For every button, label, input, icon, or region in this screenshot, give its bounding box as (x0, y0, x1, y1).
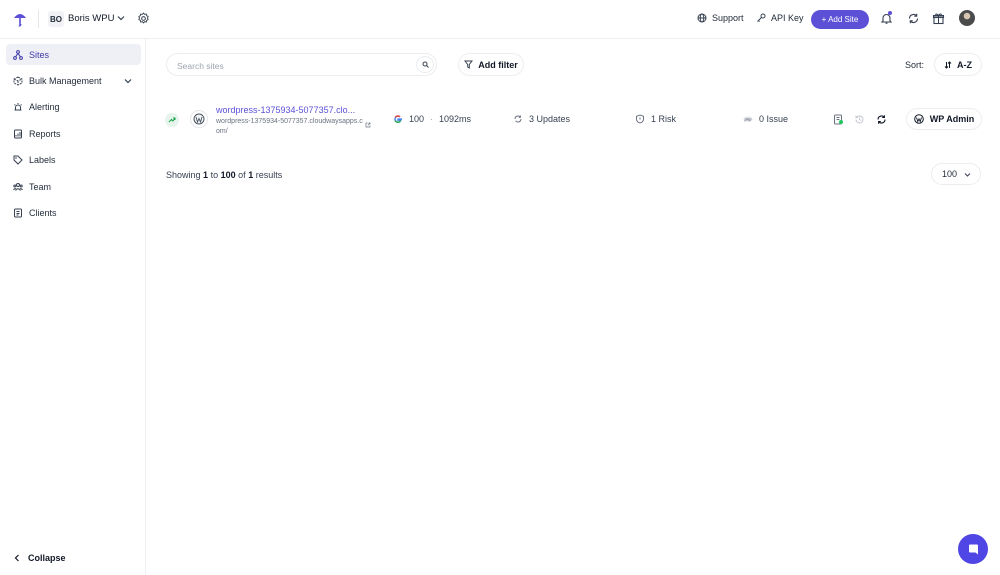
results-word: results (255, 170, 283, 180)
per-page-value: 100 (942, 169, 958, 179)
to-word: to (210, 170, 219, 180)
shield-icon (636, 114, 644, 124)
results-to: 100 (220, 170, 236, 180)
google-icon (394, 115, 402, 123)
support-label: Support (712, 13, 744, 23)
add-filter-button[interactable]: Add filter (458, 53, 524, 76)
sidebar-item-alerting[interactable]: Alerting (6, 96, 141, 117)
reports-icon (14, 129, 22, 138)
wp-admin-label: WP Admin (929, 114, 975, 124)
search-input[interactable]: Search sites (177, 61, 224, 71)
gear-icon[interactable] (137, 12, 150, 25)
filter-icon (464, 60, 474, 69)
key-icon (757, 13, 766, 22)
search-field[interactable]: Search sites (166, 53, 437, 76)
php-metric[interactable]: php 0 Issue (743, 114, 788, 124)
risk-count: 1 Risk (651, 114, 677, 124)
wp-admin-button[interactable]: WP Admin (906, 108, 982, 130)
sidebar-item-label: Alerting (29, 101, 60, 112)
php-icon: php (743, 116, 753, 122)
support-link[interactable]: Support (697, 13, 744, 23)
sidebar-item-reports[interactable]: Reports (6, 123, 141, 144)
external-link-icon[interactable] (365, 122, 371, 128)
chat-icon (968, 544, 978, 554)
svg-text:php: php (744, 117, 752, 122)
wordpress-icon (913, 114, 924, 124)
wordpress-favicon-icon (190, 110, 208, 128)
chevron-down-icon[interactable] (116, 13, 126, 23)
sort-icon (944, 60, 952, 69)
sitemap-icon (13, 49, 23, 60)
sidebar-item-sites[interactable]: Sites (6, 44, 141, 65)
header-divider (38, 10, 39, 28)
site-row[interactable]: wordpress-1375934-5077357.clo... wordpre… (160, 97, 988, 141)
top-header: BO Boris WPU Support API Key + Add Site (0, 0, 1000, 39)
metric-separator: · (430, 114, 434, 124)
trend-up-icon (165, 113, 179, 127)
sidebar: Sites Bulk Management Alerting Reports L… (0, 39, 146, 575)
sort-value: A-Z (957, 59, 972, 70)
sidebar-item-label: Team (29, 181, 52, 192)
cube-icon (13, 75, 23, 86)
results-total: 1 (248, 170, 254, 180)
chevron-down-icon (964, 173, 971, 177)
showing-prefix: Showing (166, 170, 201, 180)
performance-metric[interactable]: 100 · 1092ms (393, 114, 471, 124)
notification-dot (888, 11, 892, 15)
sidebar-item-labels[interactable]: Labels (6, 149, 141, 170)
sync-icon[interactable] (876, 114, 887, 125)
search-button[interactable] (416, 56, 434, 73)
gift-icon[interactable] (932, 12, 945, 25)
risk-metric[interactable]: 1 Risk (635, 114, 676, 124)
php-issue-count: 0 Issue (759, 114, 789, 124)
backup-icon[interactable] (833, 114, 844, 125)
sort-label: Sort: (905, 60, 925, 70)
workspace-badge[interactable]: BO (48, 11, 64, 27)
tag-icon (13, 155, 23, 165)
site-url: wordpress-1375934-5077357.cloudwaysapps.… (216, 118, 363, 135)
performance-score: 100 (409, 114, 425, 124)
api-key-link[interactable]: API Key (756, 13, 804, 23)
add-site-button[interactable]: + Add Site (811, 10, 869, 29)
sidebar-item-label: Reports (29, 128, 61, 139)
sidebar-item-clients[interactable]: Clients (6, 202, 141, 223)
history-icon[interactable] (854, 114, 865, 125)
alert-icon (14, 102, 22, 110)
chat-support-button[interactable] (958, 534, 988, 564)
of-word: of (238, 170, 246, 180)
updates-metric[interactable]: 3 Updates (513, 114, 570, 124)
add-filter-label: Add filter (478, 59, 518, 70)
team-icon (13, 182, 23, 191)
user-avatar[interactable] (959, 10, 975, 26)
app-logo-icon[interactable] (13, 11, 27, 27)
collapse-label: Collapse (28, 553, 66, 563)
sort-dropdown[interactable]: A-Z (934, 53, 982, 76)
clients-icon (14, 208, 22, 217)
search-icon (422, 61, 429, 68)
sidebar-item-label: Clients (29, 207, 57, 218)
refresh-icon[interactable] (907, 12, 920, 25)
sidebar-item-team[interactable]: Team (6, 176, 141, 197)
collapse-button[interactable]: Collapse (13, 553, 66, 563)
results-summary: Showing 1 to 100 of 1 results (166, 170, 282, 180)
sidebar-item-label: Sites (29, 49, 50, 60)
site-title-link[interactable]: wordpress-1375934-5077357.clo... (216, 105, 368, 115)
chevron-down-icon[interactable] (123, 76, 133, 86)
results-from: 1 (203, 170, 209, 180)
globe-icon (697, 13, 707, 23)
chevron-left-icon (14, 554, 19, 562)
sidebar-item-label: Bulk Management (29, 75, 102, 86)
response-time: 1092ms (439, 114, 472, 124)
sidebar-item-label: Labels (29, 154, 56, 165)
api-key-label: API Key (771, 13, 804, 23)
per-page-select[interactable]: 100 (931, 163, 981, 185)
workspace-name[interactable]: Boris WPU (68, 13, 114, 24)
updates-count: 3 Updates (529, 114, 571, 124)
sidebar-item-bulk-management[interactable]: Bulk Management (6, 70, 141, 91)
updates-icon (514, 115, 522, 123)
